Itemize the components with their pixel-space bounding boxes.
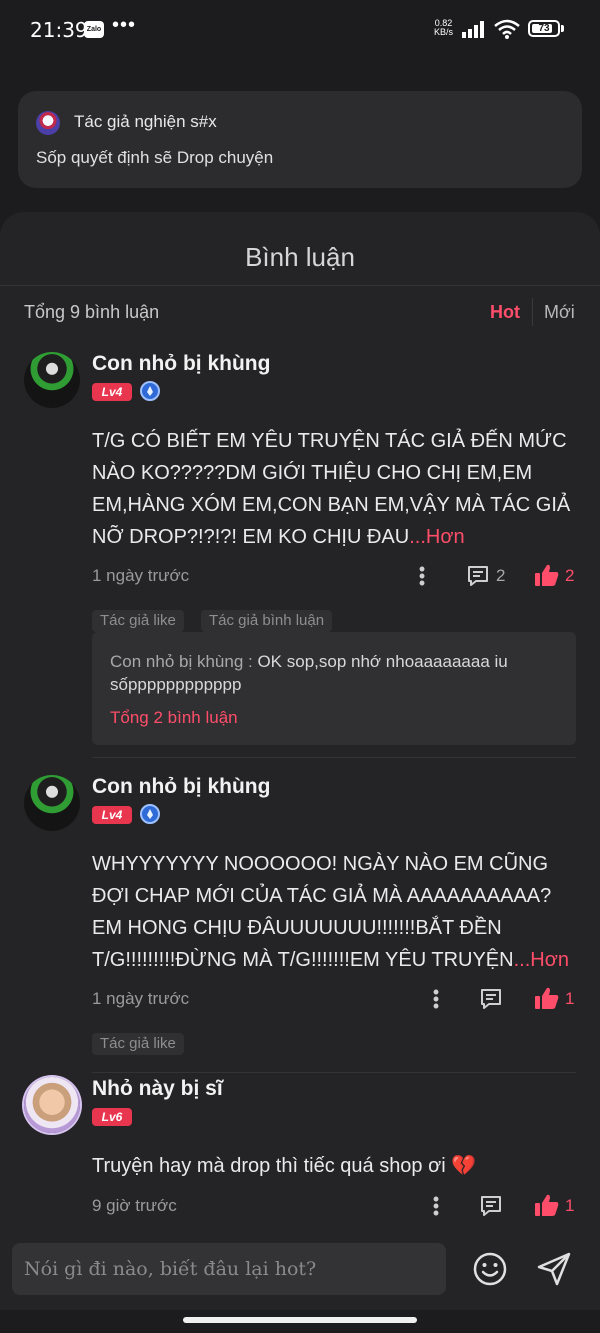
wifi-icon [494,19,520,39]
reply-text: Con nhỏ bị khùng : OK sop,sop nhớ nhoaaa… [110,652,508,694]
comment-text[interactable]: Truyện hay mà drop thì tiếc quá shop ơi … [92,1150,582,1182]
comment-total: Tổng 9 bình luận [24,302,160,322]
tag-author-like: Tác giả like [92,610,184,632]
comment-count: 2 [496,566,506,585]
tab-new[interactable]: Mới [544,302,575,323]
clock: 21:39 [30,18,88,42]
comment-input-bar [0,1228,600,1310]
tag-author-like: Tác giả like [92,1033,184,1055]
read-more-link[interactable]: ...Hơn [514,949,569,971]
avatar[interactable] [24,352,80,408]
status-bar: 21:39 Zalo ••• 0.82 KB/s 73 [0,0,600,60]
level-badge: Lv6 [92,1108,132,1126]
divider [92,757,576,758]
home-indicator[interactable] [183,1317,417,1323]
battery-icon: 73 [528,20,560,37]
commenter-name[interactable]: Con nhỏ bị khùng [92,775,270,799]
battery-tip [561,25,564,32]
notification-author: Tác giả nghiện s#x [74,112,217,131]
reply-preview[interactable]: Con nhỏ bị khùng : OK sop,sop nhớ nhoaaa… [92,632,576,745]
chat-bubble-icon[interactable] [479,987,503,1011]
chat-bubble-icon[interactable] [479,1194,503,1218]
comment-time: 1 ngày trước [92,566,190,585]
tab-hot[interactable]: Hot [490,302,520,323]
send-icon[interactable] [536,1251,572,1287]
view-all-replies-link[interactable]: Tổng 2 bình luận [110,708,238,728]
notification-message: Sốp quyết định sẽ Drop chuyện [36,148,274,167]
comments-sheet: Bình luận Tổng 9 bình luận Hot Mới Con n… [0,212,600,1333]
signal-icon [462,21,484,38]
smiley-icon[interactable] [472,1251,508,1287]
divider [92,1072,576,1073]
sheet-title: Bình luận [245,242,355,272]
comment-text[interactable]: T/G CÓ BIẾT EM YÊU TRUYỆN TÁC GIẢ ĐẾN MỨ… [92,425,582,553]
network-speed: 0.82 KB/s [434,18,454,37]
home-indicator-bar [0,1310,600,1333]
tag-author-replied: Tác giả bình luận [201,610,333,632]
like-count: 2 [565,566,575,585]
tab-separator [532,298,533,326]
verified-badge-icon [140,381,160,401]
divider [0,285,600,286]
comment-time: 1 ngày trước [92,989,190,1008]
kebab-menu-icon[interactable]: • • • [432,1190,440,1222]
verified-badge-icon [140,804,160,824]
thumbs-up-icon[interactable] [534,1193,560,1217]
level-badge: Lv4 [92,383,132,401]
comment-time: 9 giờ trước [92,1196,177,1215]
thumbs-up-icon[interactable] [534,986,560,1010]
avatar[interactable] [24,775,80,831]
author-avatar [36,111,60,135]
thumbs-up-icon[interactable] [534,563,560,587]
more-notifications-icon: ••• [112,14,137,36]
level-badge: Lv4 [92,806,132,824]
notification-card[interactable]: Tác giả nghiện s#x Sốp quyết định sẽ Dro… [18,91,582,188]
kebab-menu-icon[interactable]: • • • [432,983,440,1015]
chat-bubble-icon[interactable] [466,564,490,588]
read-more-link[interactable]: ...Hơn [409,526,464,548]
like-count: 1 [565,1196,575,1215]
comment-text[interactable]: WHYYYYYYY NOOOOOO! NGÀY NÀO EM CŨNG ĐỢI … [92,848,582,976]
comment-input[interactable] [12,1243,446,1295]
commenter-name[interactable]: Con nhỏ bị khùng [92,352,270,376]
commenter-name[interactable]: Nhỏ này bị sĩ [92,1077,223,1101]
avatar[interactable] [24,1077,80,1133]
zalo-icon: Zalo [84,21,104,38]
like-count: 1 [565,989,575,1008]
kebab-menu-icon[interactable]: • • • [418,560,426,592]
